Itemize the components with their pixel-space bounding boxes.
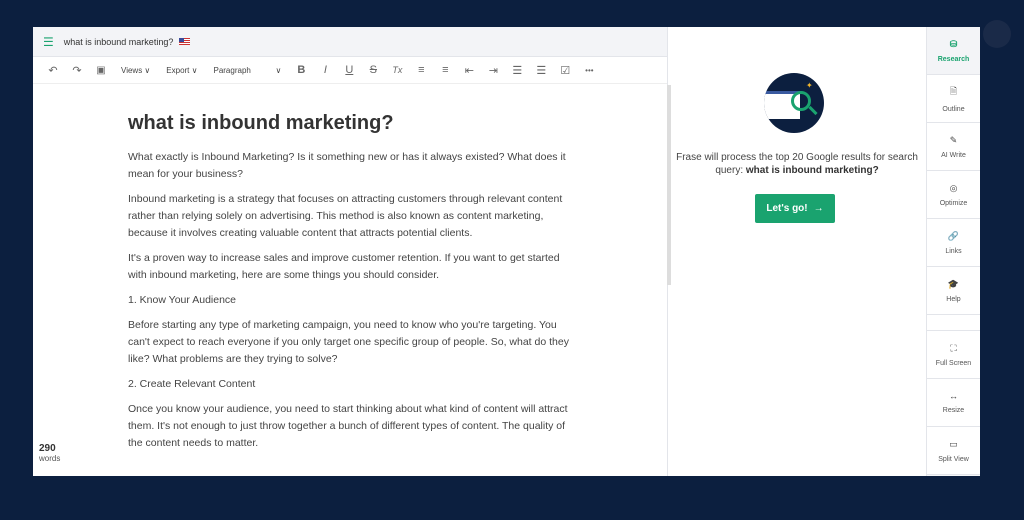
paragraph[interactable]: Before starting any type of marketing ca… xyxy=(128,317,578,368)
sidebar-label: Links xyxy=(945,247,962,255)
sidebar-item-outline[interactable]: 🗎 Outline xyxy=(927,75,980,123)
word-count-value: 290 xyxy=(39,443,56,454)
word-count-label: words xyxy=(39,454,61,463)
paragraph[interactable]: Once you know your audience, you need to… xyxy=(128,401,578,452)
sidebar-label: Optimize xyxy=(939,199,968,207)
export-dropdown[interactable]: Export ∨ xyxy=(158,60,205,80)
sidebar-label: Split View xyxy=(938,455,969,463)
sidebar-label: Research xyxy=(937,55,970,63)
sidebar-item-research[interactable]: ⛁ Research xyxy=(927,27,980,75)
magic-wand-icon: ✎ xyxy=(949,134,958,145)
sidebar-label: AI Write xyxy=(941,151,966,159)
paragraph[interactable]: What exactly is Inbound Marketing? Is it… xyxy=(128,149,578,183)
research-panel: ✦ Frase will process the top 20 Google r… xyxy=(668,27,926,476)
save-icon[interactable]: ▣ xyxy=(89,60,113,80)
lets-go-button[interactable]: Let's go! → xyxy=(755,194,835,223)
research-query: what is inbound marketing? xyxy=(745,165,879,176)
binoculars-icon: ⛁ xyxy=(949,38,958,49)
sidebar-label: Resize xyxy=(942,407,965,414)
word-count: 290 words xyxy=(39,443,60,463)
sidebar-item-optimize[interactable]: ◎ Optimize xyxy=(927,171,980,219)
resize-icon: ↔ xyxy=(949,391,958,401)
search-illustration-icon: ✦ xyxy=(764,73,824,133)
fullscreen-icon: ⛶ xyxy=(950,342,957,353)
paragraph[interactable]: It's a proven way to increase sales and … xyxy=(128,250,578,284)
indent-icon[interactable]: ⇥ xyxy=(481,60,505,80)
lets-go-label: Let's go! xyxy=(766,203,808,214)
bullet-list-icon[interactable]: ☰ xyxy=(505,60,529,80)
checklist-icon[interactable]: ☑ xyxy=(553,60,577,80)
document-icon: 🗎 xyxy=(949,86,958,96)
graduation-cap-icon: 🎓 xyxy=(947,278,960,289)
sidebar-spacer xyxy=(927,315,980,331)
italic-button[interactable]: I xyxy=(313,60,337,80)
strikethrough-button[interactable]: S xyxy=(361,60,385,80)
outdent-icon[interactable]: ⇤ xyxy=(457,60,481,80)
sidebar-item-links[interactable]: 🔗 Links xyxy=(927,219,980,267)
split-view-icon: ▭ xyxy=(949,438,958,449)
sidebar-item-resize[interactable]: ↔ Resize xyxy=(927,379,980,427)
title-bar: ☰ what is inbound marketing? xyxy=(33,27,667,57)
sidebar-item-ai-write[interactable]: ✎ AI Write xyxy=(927,123,980,171)
align-center-icon[interactable]: ≡ xyxy=(433,60,457,80)
align-left-icon[interactable]: ≡ xyxy=(409,60,433,80)
bold-button[interactable]: B xyxy=(289,60,313,80)
avatar[interactable] xyxy=(983,20,1011,48)
numbered-list-icon[interactable]: ☰ xyxy=(529,60,553,80)
right-sidebar: ⛁ Research 🗎 Outline ✎ AI Write ◎ Optimize 🔗… xyxy=(926,27,980,476)
redo-icon[interactable]: ↷ xyxy=(65,60,89,80)
underline-button[interactable]: U xyxy=(337,60,361,80)
more-icon[interactable]: ••• xyxy=(577,60,601,80)
editor-toolbar: ↶ ↷ ▣ Views ∨ Export ∨ Paragraph ∨ B I U… xyxy=(33,57,667,84)
paragraph[interactable]: 1. Know Your Audience xyxy=(128,292,578,309)
sidebar-label: Full Screen xyxy=(935,359,972,367)
paragraph[interactable]: 2. Create Relevant Content xyxy=(128,376,578,393)
arrow-right-icon: → xyxy=(813,203,824,214)
us-flag-icon[interactable] xyxy=(179,38,191,45)
undo-icon[interactable]: ↶ xyxy=(41,60,65,80)
link-icon: 🔗 xyxy=(947,230,960,241)
app-window: ☰ what is inbound marketing? ↶ ↷ ▣ Views… xyxy=(33,27,980,476)
sidebar-item-full-screen[interactable]: ⛶ Full Screen xyxy=(927,331,980,379)
sidebar-item-help[interactable]: 🎓 Help xyxy=(927,267,980,315)
chevron-down-icon[interactable]: ∨ xyxy=(267,60,289,80)
research-description: Frase will process the top 20 Google res… xyxy=(668,151,926,177)
sidebar-label: Outline xyxy=(942,106,965,113)
target-icon: ◎ xyxy=(949,182,958,193)
document-content[interactable]: what is inbound marketing? What exactly … xyxy=(128,111,578,460)
document-heading[interactable]: what is inbound marketing? xyxy=(128,111,578,135)
sidebar-item-split-view[interactable]: ▭ Split View xyxy=(927,427,980,475)
editor-pane: ☰ what is inbound marketing? ↶ ↷ ▣ Views… xyxy=(33,27,671,476)
doc-title[interactable]: what is inbound marketing? xyxy=(64,37,174,47)
views-dropdown[interactable]: Views ∨ xyxy=(113,60,158,80)
paragraph-select[interactable]: Paragraph xyxy=(205,60,267,80)
clear-format-button[interactable]: Tx xyxy=(385,60,409,80)
paragraph[interactable]: Inbound marketing is a strategy that foc… xyxy=(128,191,578,242)
sidebar-label: Help xyxy=(946,295,961,303)
hamburger-menu-icon[interactable]: ☰ xyxy=(43,35,54,49)
